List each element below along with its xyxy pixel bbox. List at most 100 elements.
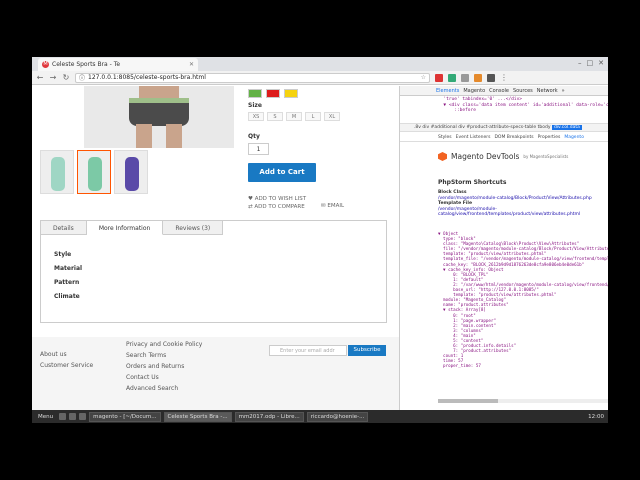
breadcrumb-item[interactable]: #product-attribute-specs-table xyxy=(466,125,536,130)
tab-reviews[interactable]: Reviews (3) xyxy=(163,220,224,235)
devtools-panel: Elements Magento Console Sources Network… xyxy=(399,86,608,410)
extension-icon[interactable] xyxy=(487,73,495,82)
color-swatch[interactable] xyxy=(266,89,280,98)
minimize-icon[interactable]: – xyxy=(578,59,582,67)
footer-link[interactable]: Orders and Returns xyxy=(126,361,202,372)
template-file-link[interactable]: /vendor/magento/module-catalog/view/fron… xyxy=(438,207,608,218)
product-thumbnail[interactable] xyxy=(114,150,148,194)
devtools-tab-magento[interactable]: Magento xyxy=(463,88,485,94)
magento-devtools-title: Magento DevTools xyxy=(451,152,520,161)
forward-icon[interactable]: → xyxy=(49,73,57,82)
attribute-label: Style xyxy=(54,251,72,258)
devtools-tab-more[interactable]: » xyxy=(562,88,565,94)
size-option[interactable]: M xyxy=(286,112,302,121)
footer-link[interactable]: About us xyxy=(40,349,93,360)
subtab-properties[interactable]: Properties xyxy=(538,133,561,141)
start-menu-button[interactable]: Menu xyxy=(35,414,56,420)
breadcrumb-item[interactable]: .8v xyxy=(414,125,421,130)
devtools-tab-network[interactable]: Network xyxy=(537,88,558,94)
product-thumbnails xyxy=(40,150,148,194)
browser-tab[interactable]: M Celeste Sports Bra - Te ✕ xyxy=(38,58,198,71)
extension-icon[interactable] xyxy=(435,73,443,82)
newsletter-placeholder: Enter your email addr xyxy=(280,348,335,354)
back-icon[interactable]: ← xyxy=(36,73,44,82)
footer-link[interactable]: Advanced Search xyxy=(126,383,202,394)
info-icon[interactable]: ⓘ xyxy=(79,73,85,82)
subtab-dom-breakpoints[interactable]: DOM Breakpoints xyxy=(494,133,533,141)
tab-more-information[interactable]: More Information xyxy=(86,220,164,235)
breadcrumb-item[interactable]: #additional xyxy=(431,125,457,130)
wishlist-link[interactable]: ♥ ADD TO WISH LIST xyxy=(248,195,306,203)
elements-html-tree[interactable]: 'true' tabindex='0' ...</div> ▼ <div cla… xyxy=(438,97,608,114)
taskbar-window[interactable]: riccardo@hoenie-... xyxy=(306,411,369,422)
launcher-icon[interactable] xyxy=(79,413,87,420)
footer-link[interactable]: Contact Us xyxy=(126,372,202,383)
devtools-tab-elements[interactable]: Elements xyxy=(436,88,459,94)
browser-toolbar: ← → ↻ ⓘ 127.0.0.1:8085/celeste-sports-br… xyxy=(32,71,608,85)
subtab-event-listeners[interactable]: Event Listeners xyxy=(456,133,491,141)
footer-link[interactable]: Search Terms xyxy=(126,350,202,361)
color-swatch[interactable] xyxy=(248,89,262,98)
devtools-tab-console[interactable]: Console xyxy=(489,88,509,94)
breadcrumb-selected[interactable]: div.col.data xyxy=(551,125,582,130)
newsletter-email-input[interactable]: Enter your email addr xyxy=(269,345,347,356)
breadcrumb-item[interactable]: tbody xyxy=(538,125,551,130)
devtools-tabs: Elements Magento Console Sources Network… xyxy=(400,86,608,96)
subtab-magento[interactable]: Magento xyxy=(564,133,584,141)
magento-extension-icon[interactable] xyxy=(474,73,482,82)
add-to-cart-button[interactable]: Add to Cart xyxy=(248,163,316,182)
window-controls: – □ ✕ xyxy=(578,59,604,67)
wishlist-label: ADD TO WISH LIST xyxy=(254,196,307,202)
maximize-icon[interactable]: □ xyxy=(587,59,594,67)
reload-icon[interactable]: ↻ xyxy=(62,73,70,82)
size-option[interactable]: XS xyxy=(248,112,264,121)
attributes-table: Style Material Pattern Climate xyxy=(54,248,82,304)
attribute-label: Pattern xyxy=(54,279,80,286)
breadcrumb-item[interactable]: div xyxy=(458,125,465,130)
close-tab-icon[interactable]: ✕ xyxy=(189,61,194,68)
devtools-tab-sources[interactable]: Sources xyxy=(513,88,533,94)
magento-devtools-header: Magento DevTools by MagentoSpecialists xyxy=(438,152,568,161)
subscribe-button[interactable]: Subscribe xyxy=(348,345,386,356)
product-thumbnail[interactable] xyxy=(40,150,74,194)
launcher-icon[interactable] xyxy=(59,413,67,420)
launcher-icon[interactable] xyxy=(69,413,77,420)
size-option[interactable]: S xyxy=(267,112,283,121)
block-object-dump[interactable]: ▼ Object type: "block" class: "Magento\C… xyxy=(438,231,608,369)
footer-links-col1: About us Customer Service xyxy=(40,349,93,371)
magento-logo-icon xyxy=(438,152,447,161)
size-label: Size xyxy=(248,102,262,109)
product-info-tabs: Details More Information Reviews (3) xyxy=(40,220,224,235)
address-bar[interactable]: ⓘ 127.0.0.1:8085/celeste-sports-bra.html… xyxy=(75,72,430,83)
browser-menu-icon[interactable]: ⋮ xyxy=(500,73,508,82)
close-window-icon[interactable]: ✕ xyxy=(598,59,604,67)
browser-tab-bar: M Celeste Sports Bra - Te ✕ – □ ✕ xyxy=(32,57,608,71)
taskbar-window[interactable]: magento - [~/Docum... xyxy=(89,411,161,422)
dom-breadcrumb: .8v div #additional div #product-attribu… xyxy=(400,123,608,132)
compare-link[interactable]: ⇄ ADD TO COMPARE xyxy=(248,203,306,211)
color-swatch[interactable] xyxy=(284,89,298,98)
bookmark-star-icon[interactable]: ☆ xyxy=(421,74,426,81)
product-info-tabs-panel xyxy=(40,220,387,323)
size-options: XS S M L XL xyxy=(248,112,340,121)
taskbar-window[interactable]: Celeste Sports Bra -... xyxy=(163,411,232,422)
email-link[interactable]: ✉ EMAIL xyxy=(321,203,344,209)
address-url: 127.0.0.1:8085/celeste-sports-bra.html xyxy=(88,74,206,81)
extension-icon[interactable] xyxy=(461,73,469,82)
tab-details[interactable]: Details xyxy=(40,220,87,235)
taskbar-window[interactable]: mm2017.odp - Libre... xyxy=(234,411,304,422)
devtools-horizontal-scrollbar[interactable] xyxy=(438,399,608,403)
subtab-styles[interactable]: Styles xyxy=(438,133,452,141)
breadcrumb-item[interactable]: div xyxy=(422,125,429,130)
screen: M Celeste Sports Bra - Te ✕ – □ ✕ ← → ↻ … xyxy=(32,57,608,423)
product-thumbnail[interactable] xyxy=(77,150,111,194)
magento-devtools-by: by MagentoSpecialists xyxy=(523,154,569,159)
qty-input[interactable]: 1 xyxy=(248,143,269,155)
extension-icon[interactable] xyxy=(448,73,456,82)
size-option[interactable]: L xyxy=(305,112,321,121)
compare-label: ADD TO COMPARE xyxy=(254,204,305,210)
phpstorm-shortcuts-title: PhpStorm Shortcuts xyxy=(438,179,507,186)
footer-link[interactable]: Privacy and Cookie Policy xyxy=(126,339,202,350)
size-option[interactable]: XL xyxy=(324,112,340,121)
footer-link[interactable]: Customer Service xyxy=(40,360,93,371)
